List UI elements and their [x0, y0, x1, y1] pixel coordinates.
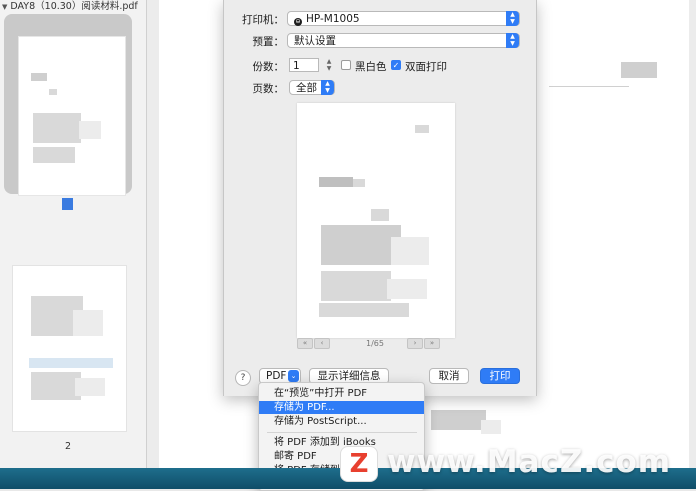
menu-item-save-as-pdf[interactable]: 存储为 PDF...	[259, 401, 424, 414]
blurred-content	[321, 225, 401, 265]
presets-label: 预置：	[252, 36, 285, 48]
popup-arrows-icon: ▲ ▼	[321, 80, 334, 95]
printer-value: HP-M1005	[306, 13, 360, 25]
pdf-button-label: PDF	[266, 370, 287, 382]
print-preview-page	[297, 103, 455, 338]
blurred-content	[319, 303, 409, 317]
blurred-content	[75, 378, 105, 396]
prev-page-button[interactable]: ‹	[314, 338, 330, 349]
bw-label: 黑白色	[355, 61, 387, 73]
menu-item-save-as-postscript[interactable]: 存储为 PostScript...	[259, 415, 424, 428]
blurred-content	[353, 179, 365, 187]
divider	[549, 86, 629, 87]
pages-popup[interactable]: 全部 ▲ ▼	[289, 80, 335, 95]
blurred-content	[415, 125, 429, 133]
watermark-logo: Z	[340, 446, 378, 482]
copies-label: 份数：	[252, 61, 285, 73]
thumbnail-page-1[interactable]	[18, 36, 126, 196]
menu-separator	[267, 432, 417, 433]
print-button[interactable]: 打印	[480, 368, 520, 384]
sidebar-document-title[interactable]: ▼ DAY8（10.30）阅读材料.pdf	[2, 0, 146, 14]
blurred-content	[387, 279, 427, 299]
help-button[interactable]: ?	[235, 370, 251, 386]
duplex-label: 双面打印	[405, 61, 447, 73]
blurred-content	[79, 121, 101, 139]
blurred-content	[33, 147, 75, 163]
blurred-content	[321, 271, 391, 301]
blurred-content	[31, 73, 47, 81]
thumbnail-page-2[interactable]	[12, 265, 127, 432]
watermark-text: www.MacZ.com	[387, 444, 672, 480]
blurred-content	[371, 209, 389, 221]
first-page-button[interactable]: «	[297, 338, 313, 349]
blurred-content	[621, 62, 657, 78]
copies-field[interactable]: 1	[289, 58, 319, 72]
presets-value: 默认设置	[294, 35, 336, 47]
page-indicator: 1/65	[366, 339, 384, 348]
presets-popup[interactable]: 默认设置 ▲ ▼	[287, 33, 520, 48]
blurred-content	[319, 177, 353, 187]
printer-label: 打印机：	[242, 14, 284, 26]
popup-arrows-icon: ▲ ▼	[506, 11, 519, 26]
blurred-content	[391, 237, 429, 265]
sidebar-title-text: DAY8（10.30）阅读材料.pdf	[10, 1, 138, 12]
pages-label: 页数：	[252, 83, 285, 95]
print-dialog: 打印机： ⊖ HP-M1005 ▲ ▼ 预置： 默认设置 ▲ ▼ 份数： 1 ▲ ▼ 黑…	[223, 0, 537, 396]
menu-item-open-in-preview[interactable]: 在“预览”中打开 PDF	[259, 387, 424, 400]
bw-checkbox[interactable]	[341, 60, 351, 70]
chevron-down-icon: ⌄	[288, 370, 299, 382]
thumbnail-page-number: 2	[64, 441, 72, 452]
pages-value: 全部	[296, 82, 317, 94]
blurred-content	[431, 410, 486, 430]
duplex-checkbox[interactable]: ✓	[391, 60, 401, 70]
blurred-content	[73, 310, 103, 336]
printer-icon: ⊖	[294, 18, 302, 26]
disclosure-triangle-icon[interactable]: ▼	[2, 3, 7, 11]
blurred-content	[481, 420, 501, 434]
copies-stepper[interactable]: ▲ ▼	[325, 58, 333, 72]
thumbnail-page-1-selection[interactable]	[4, 14, 132, 196]
thumbnail-sidebar: ▼ DAY8（10.30）阅读材料.pdf 2	[0, 0, 147, 470]
next-page-button[interactable]: ›	[407, 338, 423, 349]
current-page-marker	[62, 198, 73, 210]
printer-popup[interactable]: ⊖ HP-M1005 ▲ ▼	[287, 11, 520, 26]
watermark-logo-letter: Z	[349, 449, 369, 479]
cancel-button[interactable]: 取消	[429, 368, 469, 384]
blurred-content	[33, 113, 81, 143]
last-page-button[interactable]: »	[424, 338, 440, 349]
blurred-content	[31, 372, 81, 400]
popup-arrows-icon: ▲ ▼	[506, 33, 519, 48]
blurred-content	[49, 89, 57, 95]
blurred-content	[29, 358, 113, 368]
